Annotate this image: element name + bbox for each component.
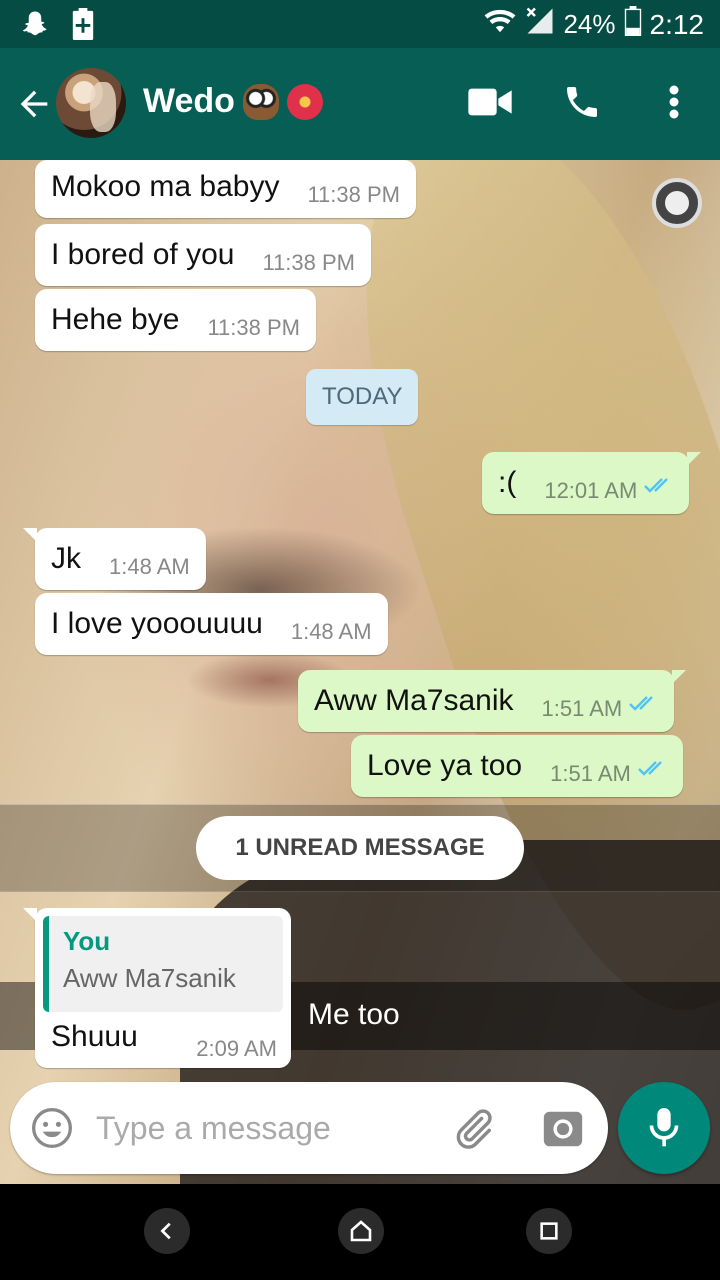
camera-icon[interactable] xyxy=(540,1106,586,1152)
unread-messages-label: 1 UNREAD MESSAGE xyxy=(196,816,524,880)
contact-title[interactable]: Wedo xyxy=(143,82,323,121)
emoji-icon[interactable] xyxy=(30,1106,74,1150)
message-text: Mokoo ma babyy xyxy=(51,170,280,203)
hibiscus-emoji xyxy=(286,83,323,120)
quote-text: Aww Ma7sanik xyxy=(63,963,236,993)
more-vert-icon[interactable] xyxy=(652,80,696,124)
message-text: :( xyxy=(498,466,517,499)
message-bubble[interactable]: Love ya too 1:51 AM xyxy=(351,735,683,797)
message-time: 1:48 AM xyxy=(109,554,190,579)
message-time: 1:48 AM xyxy=(290,619,372,644)
message-time: 11:38 PM xyxy=(307,182,400,207)
read-tick-icon xyxy=(629,696,654,711)
message-time: 12:01 AM xyxy=(544,478,638,503)
message-text: I love yooouuuu xyxy=(51,607,263,640)
read-tick-icon xyxy=(644,478,669,493)
message-bubble[interactable]: Aww Ma7sanik 1:51 AM xyxy=(298,670,687,732)
signal-icon xyxy=(525,6,555,43)
snapchat-icon xyxy=(20,9,50,44)
mic-button[interactable] xyxy=(618,1082,710,1174)
quoted-message[interactable]: You Aww Ma7sanik xyxy=(43,916,283,1012)
phone-icon[interactable] xyxy=(560,80,604,124)
message-time: 11:38 PM xyxy=(207,315,300,340)
message-bubble[interactable]: Mokoo ma babyy 11:38 PM xyxy=(35,160,416,218)
message-text: Hehe bye xyxy=(51,303,180,336)
reply-message-bubble[interactable]: You Aww Ma7sanik Shuuu 2:09 AM xyxy=(23,908,291,1068)
message-bubble[interactable]: Jk 1:48 AM xyxy=(23,528,206,590)
wallpaper-caption: Me too xyxy=(308,998,400,1031)
battery-icon xyxy=(624,6,642,43)
message-composer xyxy=(10,1082,608,1174)
battery-percent: 24% xyxy=(563,9,616,39)
system-nav-bar xyxy=(0,1184,720,1280)
nav-recents-icon[interactable] xyxy=(526,1208,572,1254)
message-bubble[interactable]: :( 12:01 AM xyxy=(482,452,702,514)
attach-icon[interactable] xyxy=(450,1106,496,1152)
battery-saver-icon xyxy=(72,8,94,45)
back-arrow-icon[interactable] xyxy=(14,84,54,124)
message-text: I bored of you xyxy=(51,238,235,271)
owl-emoji xyxy=(242,83,279,120)
message-bubble[interactable]: I bored of you 11:38 PM xyxy=(35,224,372,286)
wifi-icon xyxy=(483,7,517,42)
chat-area[interactable]: Mokoo ma babyy 11:38 PM I bored of you 11:… xyxy=(0,160,720,1184)
nav-back-icon[interactable] xyxy=(144,1208,190,1254)
read-tick-icon xyxy=(637,761,662,776)
message-bubble[interactable]: I love yooouuuu 1:48 AM xyxy=(35,593,388,655)
status-bar: 24% 2:12 xyxy=(0,0,720,48)
message-text: Aww Ma7sanik xyxy=(314,684,514,717)
message-text: Jk xyxy=(51,542,81,575)
message-bubble[interactable]: Hehe bye 11:38 PM xyxy=(35,289,316,351)
message-time: 1:51 AM xyxy=(541,696,623,721)
contact-name: Wedo xyxy=(143,82,235,120)
message-time: 1:51 AM xyxy=(550,761,631,786)
chat-header: Wedo xyxy=(0,48,720,160)
contact-avatar[interactable] xyxy=(56,68,126,138)
message-time: 2:09 AM xyxy=(196,1036,277,1061)
message-input[interactable] xyxy=(96,1100,426,1156)
nav-home-icon[interactable] xyxy=(338,1208,384,1254)
clock: 2:12 xyxy=(649,8,705,40)
message-text: Love ya too xyxy=(367,749,523,782)
status-ring-icon[interactable] xyxy=(652,178,702,228)
message-time: 11:38 PM xyxy=(262,250,356,275)
mic-icon xyxy=(649,1108,679,1147)
quote-author: You xyxy=(63,926,111,956)
video-call-icon[interactable] xyxy=(468,80,512,124)
date-divider: TODAY xyxy=(306,369,419,425)
message-text: Shuuu xyxy=(51,1020,138,1053)
